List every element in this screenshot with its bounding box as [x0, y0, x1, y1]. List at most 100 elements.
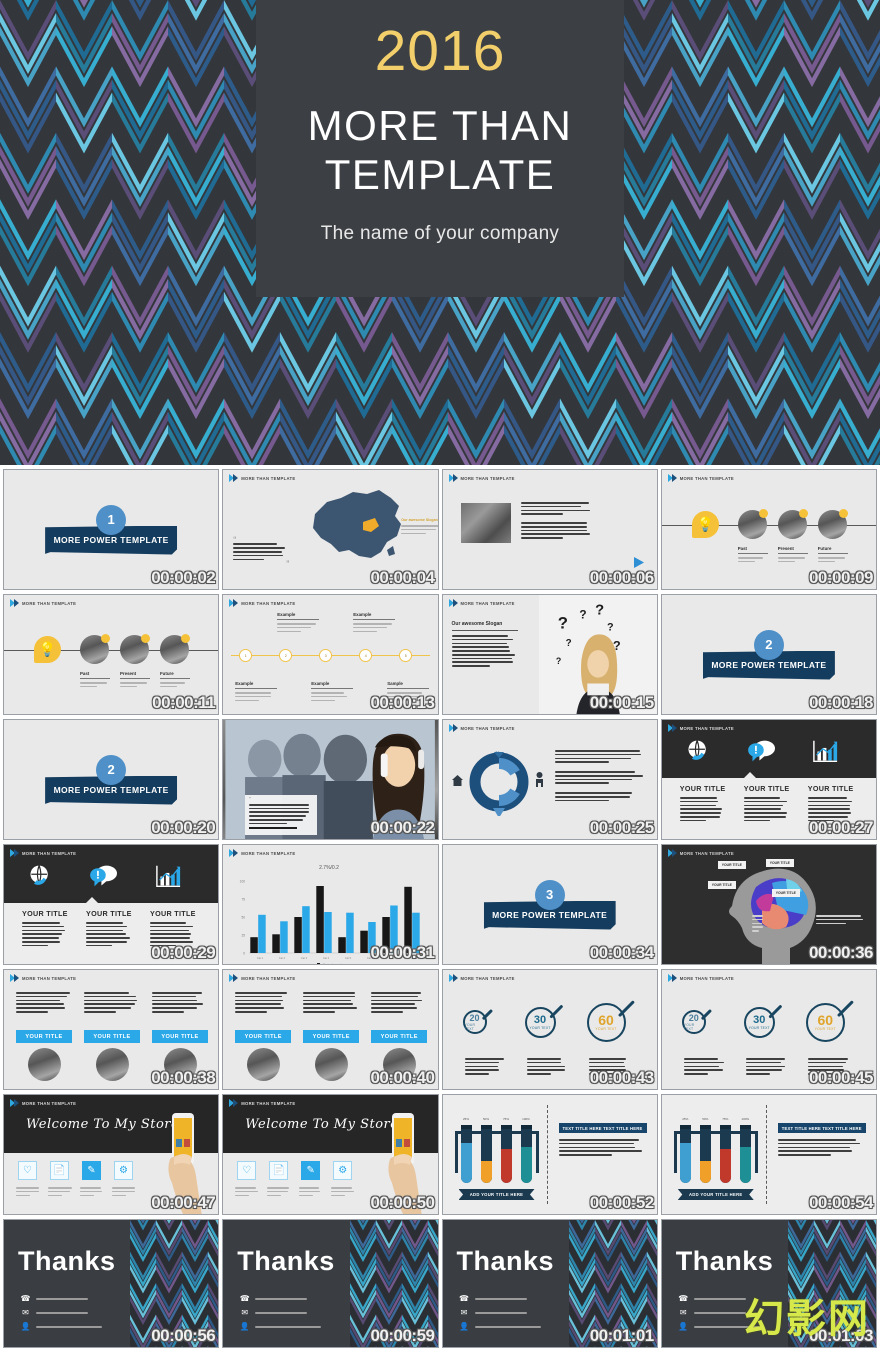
thanks-heading: Thanks	[676, 1246, 774, 1277]
column-title-chip[interactable]: YOUR TITLE	[303, 1030, 359, 1043]
column-text	[371, 992, 427, 1015]
slide-timestamp: 00:00:04	[370, 568, 434, 588]
slide-thumbnail[interactable]: Thanks ☎ ✉ 👤 00:00:56	[3, 1219, 219, 1348]
email-icon: ✉	[679, 1308, 688, 1317]
slide-thumbnail[interactable]: MORE THAN TEMPLATE YOUR TITLE YOUR TITLE YO…	[222, 969, 438, 1090]
double-chevron-icon	[229, 849, 237, 857]
contact-list: ☎ ✉ 👤	[460, 1294, 541, 1331]
column-text	[84, 992, 140, 1015]
slide-thumbnail[interactable]: MORE THAN TEMPLATE 💡 Past Present Future 00:0…	[3, 594, 219, 715]
store-feature-icon[interactable]: ✎	[82, 1161, 101, 1180]
magnifier-body-text	[527, 1058, 569, 1077]
slide-timestamp: 00:00:56	[151, 1326, 215, 1346]
slide-thumbnail[interactable]: “ 00:00:22	[222, 719, 438, 840]
slide-thumbnail[interactable]: MORE THAN TEMPLATE 2.7%/0.2 0 25 50 75 100 Cat …	[222, 844, 438, 965]
slide-thumbnail[interactable]: MORE THAN TEMPLATE 20 YOUR TEXT 30 YOUR TEXT…	[661, 969, 877, 1090]
slide-timestamp: 00:00:54	[809, 1193, 873, 1213]
slide-thumbnail[interactable]: MORE THAN TEMPLATE YOUR TITLE YOUR TITLE YO…	[3, 969, 219, 1090]
tube-label: 25%	[461, 1117, 472, 1121]
store-feature-icon[interactable]: 📄	[50, 1161, 69, 1180]
contact-name-value	[255, 1326, 321, 1328]
slide-thumbnail[interactable]: MORE THAN TEMPLATE Our awesome Slogan????…	[442, 594, 658, 715]
section-number: 1	[96, 505, 126, 535]
hero-text-panel: 2016 MORE THAN TEMPLATE The name of your…	[256, 0, 624, 297]
slide-thumbnail[interactable]: MORE THAN TEMPLATE “” Our awesome Slogan 00…	[222, 469, 438, 590]
slide-thumbnail[interactable]: MORE THAN TEMPLATE 1 2 3 4 5 Example Example Exa…	[222, 594, 438, 715]
contact-email-value	[36, 1312, 88, 1314]
tube-label: 100%	[521, 1117, 532, 1121]
magnifier-icon: 20 YOUR TEXT	[463, 1010, 503, 1050]
column-title-chip[interactable]: YOUR TITLE	[16, 1030, 72, 1043]
column-title-chip[interactable]: YOUR TITLE	[152, 1030, 208, 1043]
section-divider: 2 MORE POWER TEMPLATE	[703, 630, 835, 680]
double-chevron-icon	[229, 474, 237, 482]
svg-text:♥: ♥	[495, 749, 500, 758]
double-chevron-icon	[668, 724, 676, 732]
globe-icon	[24, 861, 56, 891]
section-divider: 1 MORE POWER TEMPLATE	[45, 505, 177, 555]
double-chevron-icon	[668, 849, 676, 857]
slide-logo-label: MORE THAN TEMPLATE	[241, 601, 295, 606]
slide-thumbnail[interactable]: Thanks ☎ ✉ 👤 幻影网 00:01:03	[661, 1219, 877, 1348]
slide-thumbnail[interactable]: MORE THAN TEMPLATE 00:00:06	[442, 469, 658, 590]
hero-title-line2: TEMPLATE	[308, 151, 573, 200]
slide-thumbnail[interactable]: MORE THAN TEMPLATE Welcome To My Store ♡ 📄 ✎…	[3, 1094, 219, 1215]
magnifier-body-text	[465, 1058, 507, 1077]
icon-column-title: YOUR TITLE	[22, 909, 68, 918]
slide-logo-label: MORE THAN TEMPLATE	[680, 726, 734, 731]
store-feature-icon[interactable]: ♡	[237, 1161, 256, 1180]
store-feature-icon[interactable]: ⚙	[333, 1161, 352, 1180]
magnifier-value: 30	[534, 1015, 546, 1026]
slide-thumbnail[interactable]: Thanks ☎ ✉ 👤 00:01:01	[442, 1219, 658, 1348]
contact-phone-value	[255, 1298, 307, 1300]
timeline-node: 4	[359, 649, 372, 662]
store-feature-icon[interactable]: 📄	[269, 1161, 288, 1180]
icon-column-title: YOUR TITLE	[86, 909, 132, 918]
email-icon: ✉	[460, 1308, 469, 1317]
column-title-chip[interactable]: YOUR TITLE	[84, 1030, 140, 1043]
column-photo	[96, 1048, 129, 1081]
slide-thumbnail[interactable]: 2 MORE POWER TEMPLATE 00:00:20	[3, 719, 219, 840]
slide-thumbnail[interactable]: Thanks ☎ ✉ 👤 00:00:59	[222, 1219, 438, 1348]
slide-logo: MORE THAN TEMPLATE	[10, 599, 76, 607]
slide-logo: MORE THAN TEMPLATE	[229, 599, 295, 607]
timeline-photo-item	[778, 510, 807, 539]
store-feature-text	[48, 1187, 74, 1198]
contact-list: ☎ ✉ 👤	[240, 1294, 321, 1331]
store-feature-icon[interactable]: ✎	[301, 1161, 320, 1180]
slide-thumbnail[interactable]: MORE THAN TEMPLATE 20 YOUR TEXT 30 YOUR TEXT…	[442, 969, 658, 1090]
svg-text:Cat 1: Cat 1	[257, 956, 264, 960]
slide-thumbnail[interactable]: 25% 50% 75% 100% ADD YOUR TITLE HERE TEXT TIT…	[442, 1094, 658, 1215]
brain-callout: YOUR TITLE	[766, 859, 794, 867]
chart-title: 2.7%/0.2	[319, 865, 339, 871]
section-divider: 3 MORE POWER TEMPLATE	[484, 880, 616, 930]
slide-thumbnail[interactable]: MORE THAN TEMPLATE YOUR TITLE YOUR TITLE YO…	[661, 844, 877, 965]
svg-text:Cat 4: Cat 4	[323, 956, 330, 960]
store-feature-icon[interactable]: ♡	[18, 1161, 37, 1180]
slide-thumbnail[interactable]: MORE THAN TEMPLATE 💡 Past Present Future 00:0…	[661, 469, 877, 590]
column-title-chip[interactable]: YOUR TITLE	[235, 1030, 291, 1043]
person-icon: 👤	[460, 1322, 469, 1331]
slide-thumbnail[interactable]: MORE THAN TEMPLATE YOUR TITLE YOUR TITLE YO…	[3, 844, 219, 965]
magnifier-caption: YOUR TEXT	[684, 1023, 704, 1031]
column-title-chip[interactable]: YOUR TITLE	[371, 1030, 427, 1043]
magnifier-value: 20	[469, 1014, 479, 1023]
slide-thumbnail[interactable]: MORE THAN TEMPLATE ♥ 00:00:25	[442, 719, 658, 840]
rack-bar	[674, 1131, 758, 1134]
store-feature-icon[interactable]: ⚙	[114, 1161, 133, 1180]
timeline-badge	[101, 634, 110, 643]
svg-text:?: ?	[555, 656, 560, 666]
person-icon: 👤	[240, 1322, 249, 1331]
slide-thumbnail[interactable]: 3 MORE POWER TEMPLATE 00:00:34	[442, 844, 658, 965]
slide-thumbnail[interactable]: MORE THAN TEMPLATE YOUR TITLE YOUR TITLE YO…	[661, 719, 877, 840]
speech-bubble-icon	[746, 736, 778, 766]
double-chevron-icon	[229, 974, 237, 982]
svg-text:?: ?	[606, 621, 613, 633]
slide-thumbnail[interactable]: 1 MORE POWER TEMPLATE 00:00:02	[3, 469, 219, 590]
svg-text:Cat 5: Cat 5	[345, 956, 352, 960]
icon-column-title: YOUR TITLE	[150, 909, 196, 918]
slide-thumbnail[interactable]: MORE THAN TEMPLATE Welcome To My Store ♡ 📄 ✎…	[222, 1094, 438, 1215]
slide-thumbnail[interactable]: 2 MORE POWER TEMPLATE 00:00:18	[661, 594, 877, 715]
slide-thumbnail[interactable]: 25% 50% 75% 100% ADD YOUR TITLE HERE TEXT TIT…	[661, 1094, 877, 1215]
timeline-callout-bottom: Example	[235, 681, 277, 703]
